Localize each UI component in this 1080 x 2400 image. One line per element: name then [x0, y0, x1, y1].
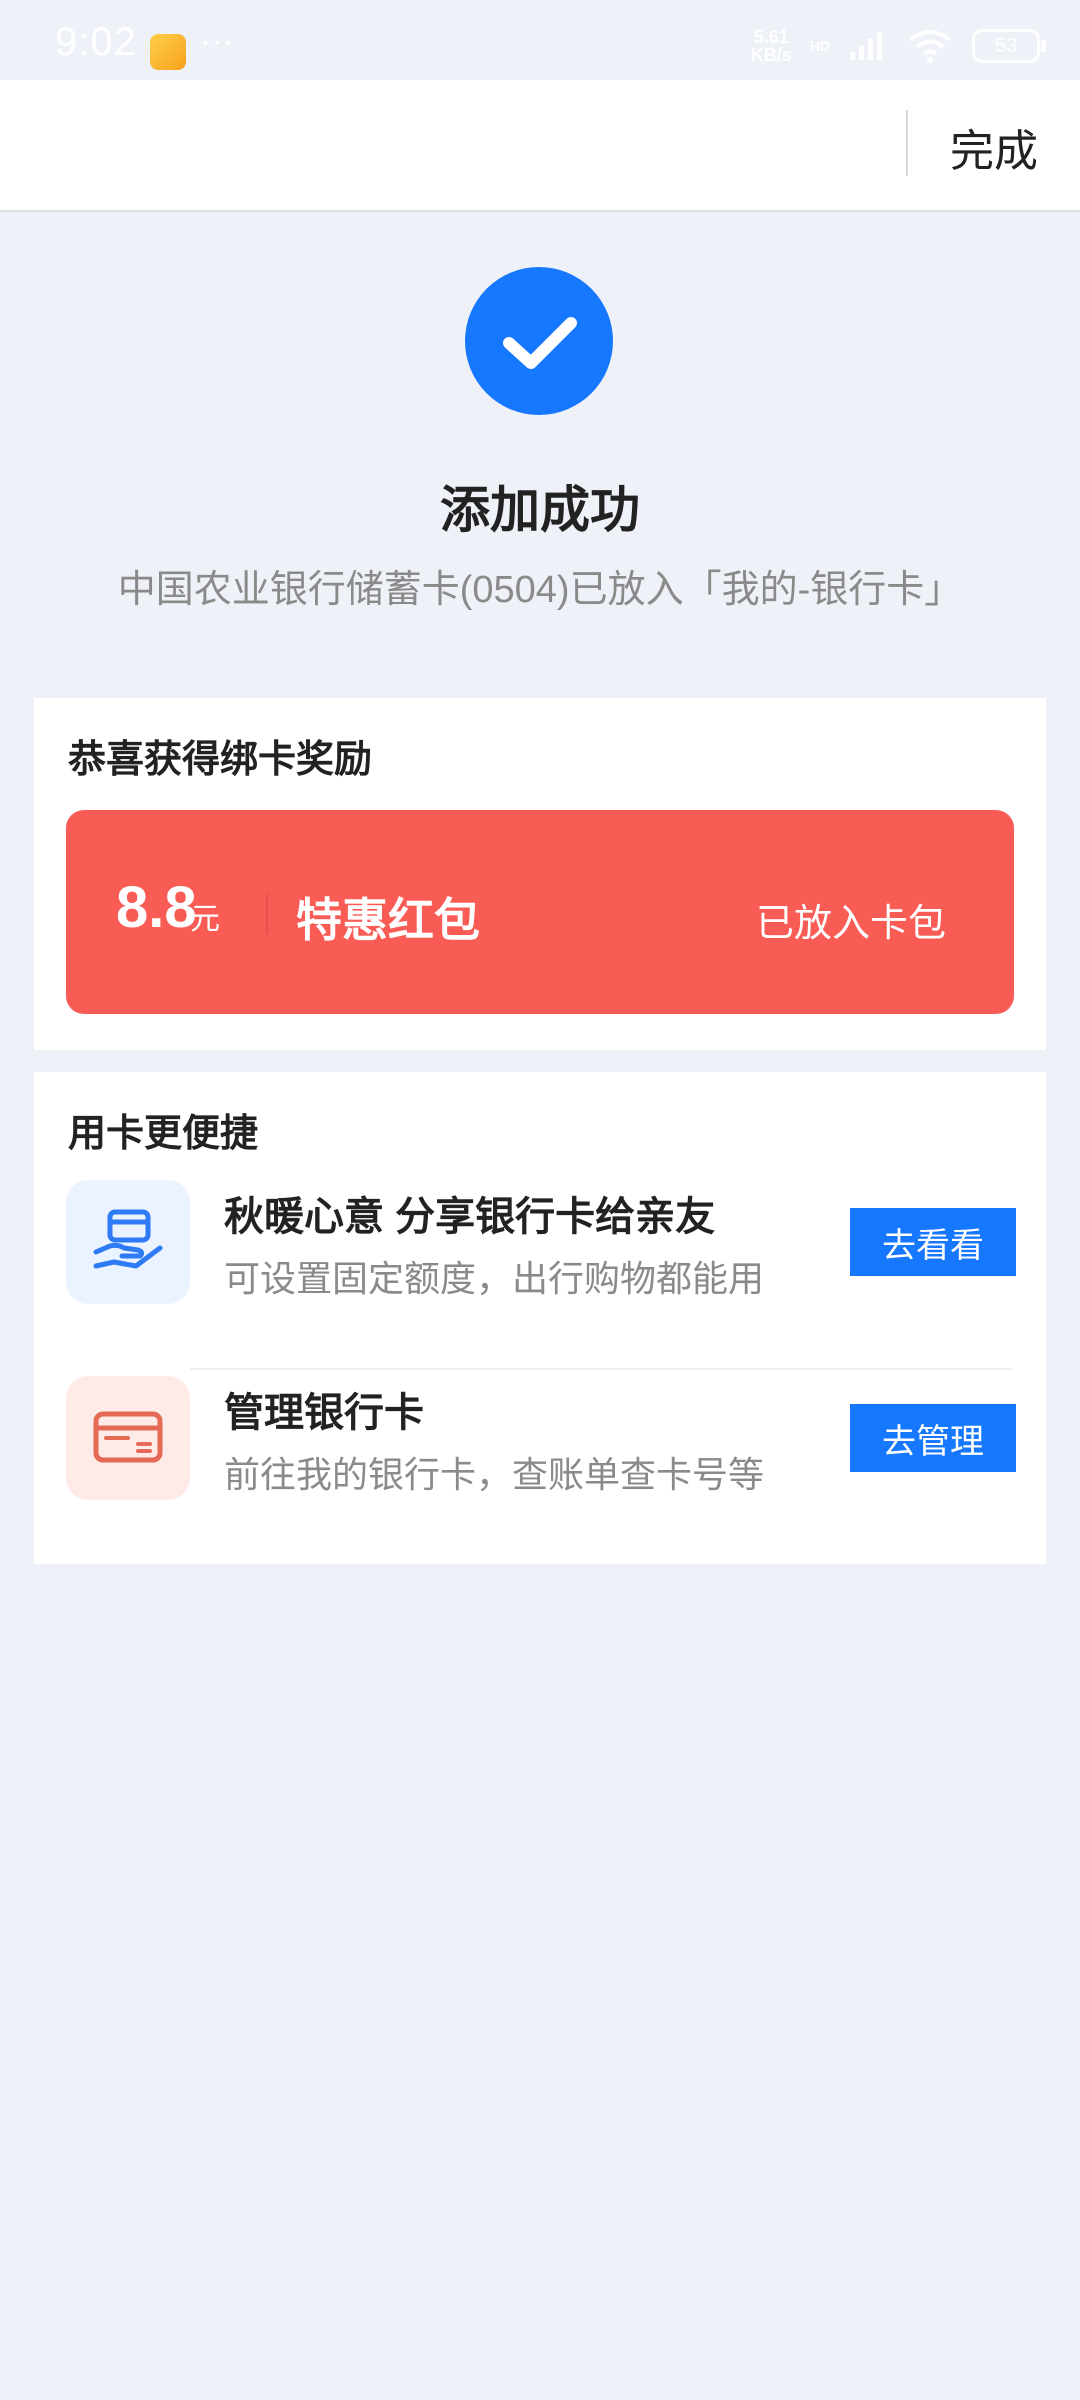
reward-name: 特惠红包 — [296, 894, 480, 946]
reward-card: 恭喜获得绑卡奖励 8.8 元 特惠红包 已放入卡包 — [34, 698, 1046, 1050]
feature-description: 前往我的银行卡，查账单查卡号等 — [224, 1454, 765, 1495]
checkmark-icon — [465, 267, 613, 415]
red-packet-banner[interactable]: 8.8 元 特惠红包 已放入卡包 — [66, 810, 1014, 1014]
network-speed: 5.61 KB/s — [751, 28, 792, 64]
top-bar-divider — [906, 110, 908, 176]
status-time: 9:02 — [55, 20, 137, 64]
reward-amount: 8.8 — [116, 875, 197, 940]
reward-status: 已放入卡包 — [755, 903, 946, 945]
wifi-icon — [908, 30, 952, 63]
reward-section-title: 恭喜获得绑卡奖励 — [68, 739, 373, 781]
signal-icon — [850, 32, 882, 60]
list-item-share-card[interactable]: 秋暖心意 分享银行卡给亲友 可设置固定额度，出行购物都能用 去看看 — [34, 1180, 1046, 1376]
feature-title: 管理银行卡 — [224, 1391, 424, 1435]
status-indicators: 5.61 KB/s HD 53 — [751, 28, 1046, 64]
top-bar: 完成 — [0, 80, 1080, 212]
battery-indicator: 53 — [972, 29, 1046, 63]
network-speed-value: 5.61 — [753, 27, 789, 47]
success-title: 添加成功 — [440, 482, 640, 538]
convenient-section-title: 用卡更便捷 — [68, 1113, 259, 1155]
status-bar: 9:02 ··· 5.61 KB/s HD 53 — [0, 0, 1080, 80]
feature-description: 可设置固定额度，出行购物都能用 — [224, 1258, 765, 1299]
reward-separator — [266, 894, 268, 934]
list-divider — [190, 1368, 1012, 1370]
network-speed-unit: KB/s — [750, 45, 792, 65]
list-item-manage-card[interactable]: 管理银行卡 前往我的银行卡，查账单查卡号等 去管理 — [34, 1376, 1046, 1572]
more-notifications-icon: ··· — [200, 22, 234, 60]
hd-badge: HD — [809, 38, 830, 54]
bank-card-icon — [66, 1376, 190, 1500]
convenient-card: 用卡更便捷 秋暖心意 分享银行卡给亲友 可设置固定额度，出行购物都能用 去看看 — [34, 1072, 1046, 1564]
manage-button[interactable]: 去管理 — [850, 1404, 1016, 1472]
feature-title: 秋暖心意 分享银行卡给亲友 — [224, 1195, 716, 1239]
notification-app-icon — [150, 34, 186, 70]
share-card-hand-icon — [66, 1180, 190, 1304]
view-button[interactable]: 去看看 — [850, 1208, 1016, 1276]
reward-unit: 元 — [190, 903, 220, 936]
success-subtitle: 中国农业银行储蓄卡(0504)已放入「我的-银行卡」 — [117, 569, 963, 611]
done-button[interactable]: 完成 — [950, 115, 1038, 179]
